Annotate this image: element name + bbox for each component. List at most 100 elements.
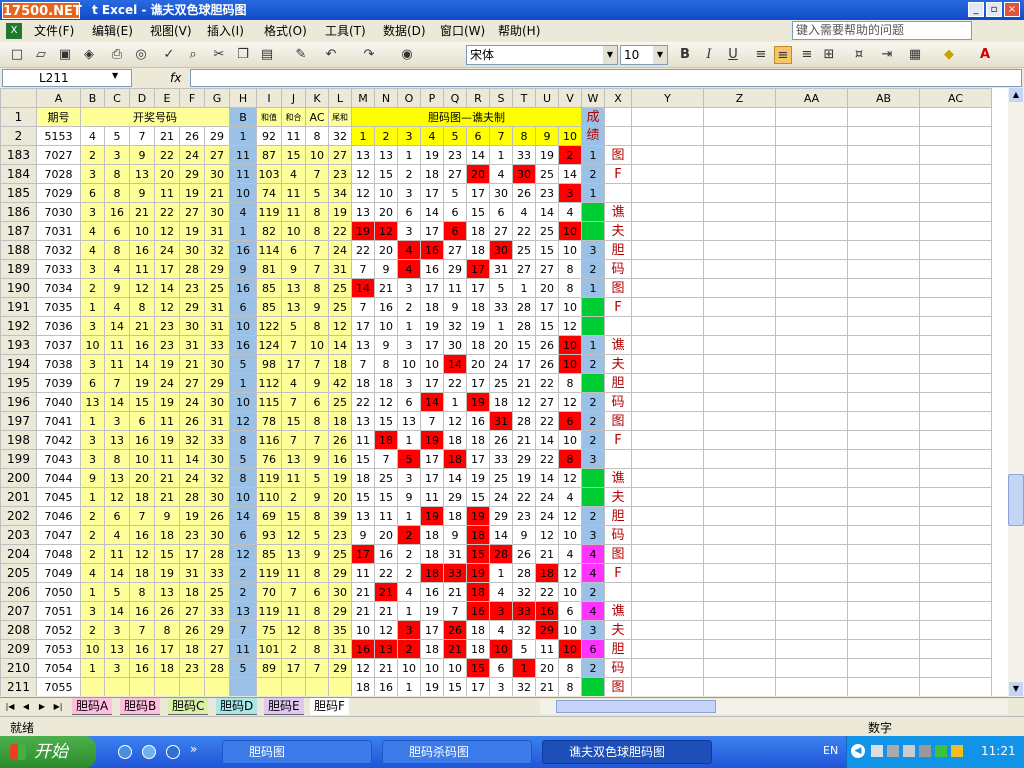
cell-blue[interactable]: 8: [229, 468, 257, 488]
cell-danma[interactable]: 4: [558, 544, 582, 564]
row-header[interactable]: 2: [0, 126, 37, 146]
cell-sum[interactable]: 122: [256, 316, 282, 336]
cell-ac[interactable]: 8: [305, 411, 329, 431]
cell-danma[interactable]: 5: [397, 449, 421, 469]
cell-period[interactable]: 7027: [36, 145, 81, 165]
cell-empty[interactable]: [919, 335, 992, 355]
cell-danma[interactable]: 15: [374, 411, 398, 431]
cell-danma[interactable]: 2: [397, 297, 421, 317]
row-header[interactable]: 186: [0, 202, 37, 222]
cell-danma[interactable]: 17: [420, 373, 444, 393]
cell-danma[interactable]: 1: [397, 145, 421, 165]
cell-empty[interactable]: [847, 316, 920, 336]
merge-center-icon[interactable]: ⊞: [820, 46, 838, 64]
cell-empty[interactable]: [775, 183, 848, 203]
cell-sum[interactable]: 75: [256, 620, 282, 640]
cell-ball[interactable]: 24: [179, 392, 205, 412]
cell-ball[interactable]: 26: [179, 620, 205, 640]
row-header[interactable]: 208: [0, 620, 37, 640]
cell-sum[interactable]: 110: [256, 487, 282, 507]
cell-danma[interactable]: 6: [397, 202, 421, 222]
cell-danma[interactable]: 33: [512, 145, 536, 165]
row-header[interactable]: 209: [0, 639, 37, 659]
cell-danma[interactable]: 1: [397, 506, 421, 526]
column-header[interactable]: I: [256, 88, 282, 108]
cell-danma[interactable]: 21: [535, 544, 559, 564]
cell-result[interactable]: [581, 487, 605, 507]
header-danma-number[interactable]: 4: [420, 126, 444, 146]
cell-period[interactable]: 7049: [36, 563, 81, 583]
cell-tail[interactable]: 23: [328, 525, 352, 545]
cell-hehe[interactable]: 13: [281, 278, 306, 298]
cell-danma[interactable]: 9: [443, 297, 467, 317]
cell-empty[interactable]: [847, 202, 920, 222]
chevron-down-icon[interactable]: ▼: [603, 46, 617, 64]
cell-ball[interactable]: 27: [179, 373, 205, 393]
cell-danma[interactable]: 16: [374, 544, 398, 564]
cell-blue[interactable]: 16: [229, 335, 257, 355]
cell-danma[interactable]: 16: [420, 240, 444, 260]
cell-ball[interactable]: 2: [80, 620, 105, 640]
row-header[interactable]: 206: [0, 582, 37, 602]
cell-ball[interactable]: 31: [204, 411, 230, 431]
cell-ball[interactable]: 31: [179, 335, 205, 355]
header-danma-number[interactable]: 8: [512, 126, 536, 146]
cell-empty[interactable]: [847, 107, 920, 127]
cell-danma[interactable]: 12: [535, 525, 559, 545]
format-painter-icon[interactable]: ✎: [292, 46, 310, 64]
select-all-corner[interactable]: [0, 88, 37, 108]
cell-danma[interactable]: 14: [351, 278, 375, 298]
cell-danma[interactable]: 8: [558, 658, 582, 678]
prev-sheet-icon[interactable]: ◀: [20, 700, 32, 714]
cell-empty[interactable]: [919, 430, 992, 450]
close-button[interactable]: ×: [1004, 2, 1020, 17]
cell-ball[interactable]: 28: [179, 487, 205, 507]
cell-danma[interactable]: 28: [512, 411, 536, 431]
tray-shield-icon[interactable]: [935, 745, 947, 757]
cell-danma[interactable]: 19: [420, 430, 444, 450]
cell-empty[interactable]: [919, 107, 992, 127]
cell-danma[interactable]: 9: [443, 525, 467, 545]
cell-danma[interactable]: 22: [351, 240, 375, 260]
cell-empty[interactable]: [775, 278, 848, 298]
cell-danma[interactable]: 15: [351, 449, 375, 469]
cell-empty[interactable]: [919, 582, 992, 602]
cell-danma[interactable]: 17: [420, 278, 444, 298]
cell-danma[interactable]: 32: [443, 316, 467, 336]
cell-ball[interactable]: 3: [104, 145, 130, 165]
cell-danma[interactable]: 20: [374, 202, 398, 222]
cell-tail[interactable]: 18: [328, 411, 352, 431]
cell-danma[interactable]: 18: [466, 525, 490, 545]
cell-danma[interactable]: 24: [535, 506, 559, 526]
cell-ball[interactable]: 11: [129, 259, 155, 279]
cell-danma[interactable]: 10: [420, 658, 444, 678]
cell-danma[interactable]: 18: [489, 392, 513, 412]
row-header[interactable]: 191: [0, 297, 37, 317]
align-right-icon[interactable]: ≡: [798, 46, 816, 64]
cell-empty[interactable]: [775, 677, 848, 696]
cell-ball[interactable]: 26: [154, 601, 180, 621]
cell-danma[interactable]: 20: [374, 525, 398, 545]
cell-danma[interactable]: 29: [512, 449, 536, 469]
cell-period[interactable]: 7044: [36, 468, 81, 488]
cell-ball[interactable]: 19: [154, 354, 180, 374]
cell-ball[interactable]: 30: [204, 525, 230, 545]
cell-ac[interactable]: 7: [305, 240, 329, 260]
cell-x[interactable]: 谯: [604, 335, 632, 355]
cell-empty[interactable]: [919, 563, 992, 583]
cell-x[interactable]: [604, 582, 632, 602]
cell-tail[interactable]: 23: [328, 164, 352, 184]
cell-danma[interactable]: 25: [489, 468, 513, 488]
cell-x[interactable]: [604, 107, 632, 127]
font-name-select[interactable]: 宋体 ▼: [466, 45, 618, 65]
header-result[interactable]: 成绩: [581, 107, 605, 146]
cell-empty[interactable]: [631, 639, 704, 659]
menu-file[interactable]: 文件(F): [34, 22, 74, 40]
cell-ball[interactable]: 18: [129, 487, 155, 507]
cell-empty[interactable]: [703, 373, 776, 393]
cell-x[interactable]: 图: [604, 544, 632, 564]
cell-ball[interactable]: 4: [80, 221, 105, 241]
cell-empty[interactable]: [631, 449, 704, 469]
cell-danma[interactable]: 18: [351, 468, 375, 488]
cell-danma[interactable]: 5: [489, 278, 513, 298]
